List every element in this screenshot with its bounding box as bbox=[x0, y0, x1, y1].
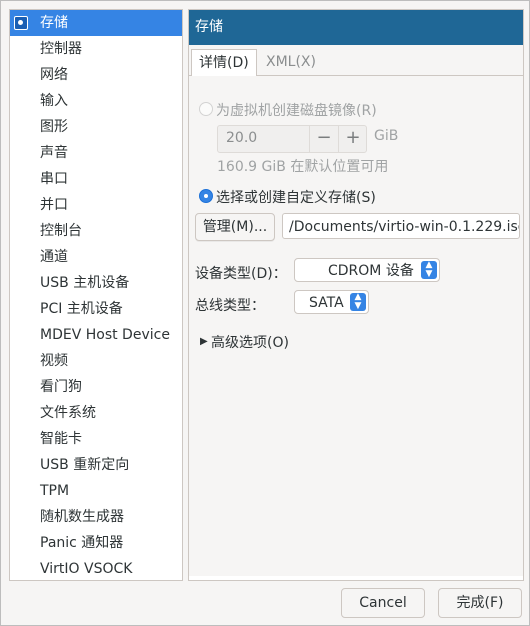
sidebar-item-label: 视频 bbox=[40, 353, 68, 369]
expander-arrow-icon[interactable]: ▶ bbox=[200, 336, 208, 347]
disk-size-value[interactable]: 20.0 bbox=[226, 130, 257, 146]
cancel-button[interactable]: Cancel bbox=[341, 588, 425, 618]
sidebar-item-label: MDEV Host Device bbox=[40, 327, 170, 343]
sidebar-item-label: 输入 bbox=[40, 93, 68, 109]
storage-icon bbox=[14, 16, 28, 30]
tab-bar: 详情(D) XML(X) bbox=[189, 45, 523, 77]
finish-button[interactable]: 完成(F) bbox=[438, 588, 522, 618]
sidebar-item-label: 串口 bbox=[40, 171, 68, 187]
sidebar-item-parallel[interactable]: 并口 bbox=[10, 192, 182, 218]
available-space-text: 160.9 GiB 在默认位置可用 bbox=[217, 159, 389, 175]
sidebar-item-video[interactable]: 视频 bbox=[10, 348, 182, 374]
add-hardware-window: 存储 控制器 网络 输入 图形 声音 串口 并口 控制台 通道 USB 主机设备… bbox=[0, 0, 530, 626]
custom-storage-radio[interactable] bbox=[199, 189, 213, 203]
sidebar-item-smartcard[interactable]: 智能卡 bbox=[10, 426, 182, 452]
sidebar-item-storage[interactable]: 存储 bbox=[10, 10, 182, 36]
sidebar-item-console[interactable]: 控制台 bbox=[10, 218, 182, 244]
details-content: 为虚拟机创建磁盘镜像(R) 20.0 − + GiB 160.9 GiB 在默认… bbox=[189, 76, 523, 576]
sidebar-item-usb-redirect[interactable]: USB 重新定向 bbox=[10, 452, 182, 478]
sidebar-item-label: 通道 bbox=[40, 249, 68, 265]
increment-button[interactable]: + bbox=[338, 126, 367, 152]
advanced-options-expander[interactable]: 高级选项(O) bbox=[211, 332, 289, 352]
sidebar-item-label: 文件系统 bbox=[40, 405, 96, 421]
sidebar-item-panic[interactable]: Panic 通知器 bbox=[10, 530, 182, 556]
sidebar-item-label: 随机数生成器 bbox=[40, 509, 124, 525]
sidebar-item-graphics[interactable]: 图形 bbox=[10, 114, 182, 140]
sidebar-item-label: 声音 bbox=[40, 145, 68, 161]
sidebar-item-watchdog[interactable]: 看门狗 bbox=[10, 374, 182, 400]
sidebar-item-sound[interactable]: 声音 bbox=[10, 140, 182, 166]
tab-details[interactable]: 详情(D) bbox=[191, 49, 257, 77]
hardware-type-list[interactable]: 存储 控制器 网络 输入 图形 声音 串口 并口 控制台 通道 USB 主机设备… bbox=[9, 9, 183, 581]
create-disk-label: 为虚拟机创建磁盘镜像(R) bbox=[216, 103, 377, 119]
sidebar-item-pci-host[interactable]: PCI 主机设备 bbox=[10, 296, 182, 322]
decrement-button[interactable]: − bbox=[310, 126, 338, 152]
panel-title: 存储 bbox=[189, 10, 523, 45]
sidebar-item-label: 控制器 bbox=[40, 41, 82, 57]
sidebar-item-channel[interactable]: 通道 bbox=[10, 244, 182, 270]
sidebar-item-usb-host[interactable]: USB 主机设备 bbox=[10, 270, 182, 296]
chevron-updown-icon: ▲ ▼ bbox=[350, 293, 366, 311]
tab-xml[interactable]: XML(X) bbox=[259, 49, 323, 76]
sidebar-item-label: 图形 bbox=[40, 119, 68, 135]
storage-path-input[interactable]: /Documents/virtio-win-0.1.229.iso bbox=[282, 213, 520, 239]
device-type-combo[interactable]: CDROM 设备 ▲ ▼ bbox=[294, 258, 440, 282]
sidebar-item-tpm[interactable]: TPM bbox=[10, 478, 182, 504]
disk-size-spinner[interactable]: 20.0 − + bbox=[217, 125, 367, 153]
create-disk-radio[interactable] bbox=[199, 102, 213, 116]
sidebar-item-label: 存储 bbox=[40, 15, 68, 31]
bus-type-value: SATA bbox=[309, 295, 344, 311]
device-type-value: CDROM 设备 bbox=[328, 263, 414, 279]
device-type-label: 设备类型(D)： bbox=[195, 266, 287, 282]
sidebar-item-label: PCI 主机设备 bbox=[40, 301, 123, 317]
manage-button[interactable]: 管理(M)... bbox=[195, 213, 275, 241]
sidebar-item-label: 智能卡 bbox=[40, 431, 82, 447]
sidebar-item-filesystem[interactable]: 文件系统 bbox=[10, 400, 182, 426]
storage-panel: 存储 详情(D) XML(X) 为虚拟机创建磁盘镜像(R) 20.0 − + G… bbox=[188, 9, 524, 581]
sidebar-item-controller[interactable]: 控制器 bbox=[10, 36, 182, 62]
sidebar-item-label: USB 主机设备 bbox=[40, 275, 130, 291]
sidebar-item-vsock[interactable]: VirtIO VSOCK bbox=[10, 556, 182, 580]
sidebar-item-label: VirtIO VSOCK bbox=[40, 561, 133, 577]
sidebar-item-label: TPM bbox=[40, 483, 70, 499]
bus-type-combo[interactable]: SATA ▲ ▼ bbox=[294, 290, 369, 314]
sidebar-item-mdev[interactable]: MDEV Host Device bbox=[10, 322, 182, 348]
sidebar-item-label: USB 重新定向 bbox=[40, 457, 130, 473]
sidebar-item-network[interactable]: 网络 bbox=[10, 62, 182, 88]
sidebar-item-label: 并口 bbox=[40, 197, 68, 213]
sidebar-item-label: 控制台 bbox=[40, 223, 82, 239]
custom-storage-label: 选择或创建自定义存储(S) bbox=[216, 190, 376, 206]
spinner-buttons: − + bbox=[309, 126, 366, 152]
sidebar-item-input[interactable]: 输入 bbox=[10, 88, 182, 114]
chevron-updown-icon: ▲ ▼ bbox=[421, 261, 437, 279]
sidebar-item-label: 看门狗 bbox=[40, 379, 82, 395]
bus-type-label: 总线类型： bbox=[195, 298, 265, 314]
sidebar-item-label: 网络 bbox=[40, 67, 68, 83]
disk-size-unit: GiB bbox=[374, 128, 399, 144]
sidebar-item-serial[interactable]: 串口 bbox=[10, 166, 182, 192]
sidebar-item-rng[interactable]: 随机数生成器 bbox=[10, 504, 182, 530]
sidebar-item-label: Panic 通知器 bbox=[40, 535, 124, 551]
